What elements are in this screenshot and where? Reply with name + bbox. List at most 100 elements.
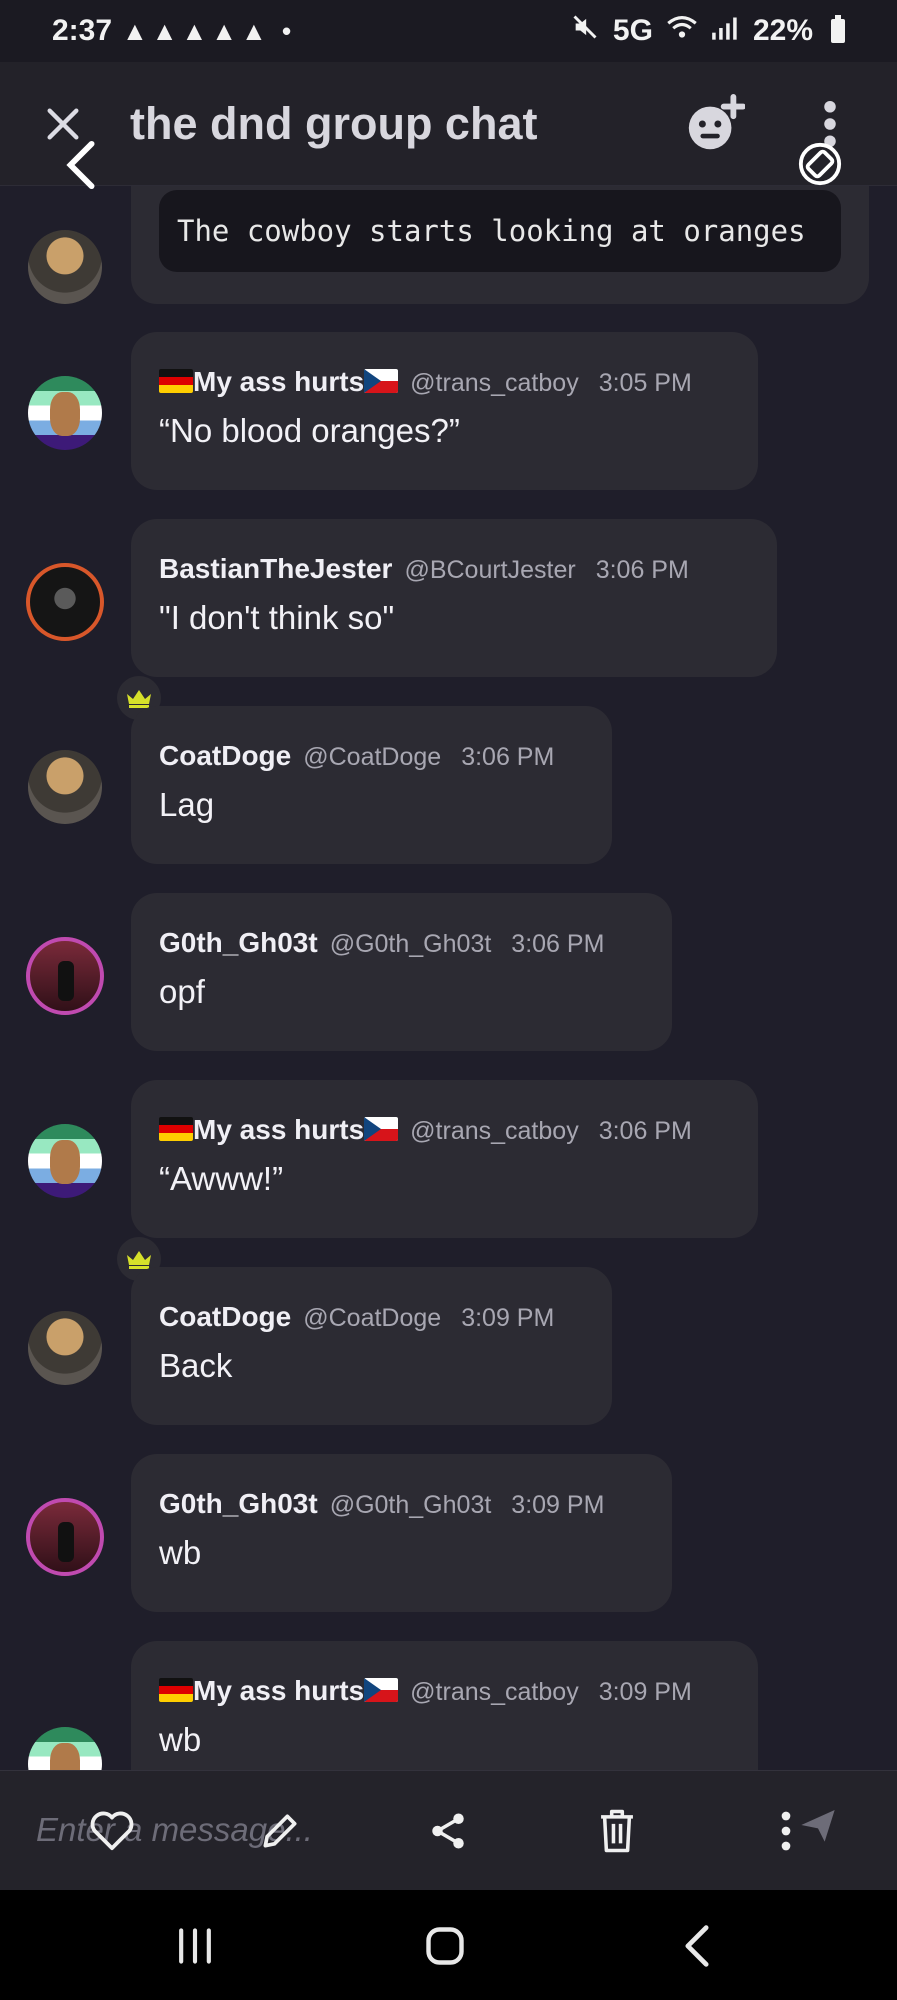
code-block: The cowboy starts looking at oranges bbox=[159, 190, 841, 272]
network-label: 5G bbox=[612, 14, 653, 47]
more-vertical-icon bbox=[781, 1811, 791, 1851]
author-name: BastianTheJester bbox=[159, 553, 393, 584]
avatar[interactable] bbox=[26, 563, 104, 641]
mute-icon bbox=[571, 13, 599, 49]
recent-apps-button[interactable] bbox=[165, 1920, 225, 1972]
crown-icon bbox=[127, 1251, 151, 1269]
notification-icons: ▲▲▲▲▲ • bbox=[122, 15, 296, 46]
chevron-left-icon bbox=[66, 140, 95, 190]
author-name: G0th_Gh03t bbox=[159, 1488, 318, 1519]
message-list[interactable]: The cowboy starts looking at oranges My … bbox=[0, 186, 897, 1770]
wifi-icon bbox=[667, 14, 697, 48]
system-navigation-bar bbox=[0, 1890, 897, 2000]
battery-level: 22% bbox=[752, 14, 813, 47]
author-name: My ass hurts bbox=[193, 1114, 365, 1145]
message-time: 3:06 PM bbox=[595, 556, 689, 584]
author-handle: @BCourtJester bbox=[404, 556, 576, 584]
avatar[interactable] bbox=[26, 1498, 104, 1576]
message-text: “Awww!” bbox=[159, 1160, 284, 1197]
author-name-row: My ass hurts bbox=[159, 366, 399, 398]
avatar[interactable] bbox=[28, 750, 102, 824]
message-time: 3:06 PM bbox=[511, 930, 605, 958]
author-name: CoatDoge bbox=[159, 1301, 292, 1332]
author-handle: @CoatDoge bbox=[303, 743, 442, 771]
author-handle: @G0th_Gh03t bbox=[329, 1491, 492, 1519]
message-composer: Enter a message... bbox=[0, 1770, 897, 1890]
message-time: 3:09 PM bbox=[598, 1678, 692, 1706]
home-icon bbox=[426, 1927, 464, 1965]
chat-title: the dnd group chat bbox=[130, 97, 538, 149]
germany-flag-icon bbox=[159, 1117, 193, 1141]
battery-icon bbox=[831, 15, 845, 43]
message-time: 3:09 PM bbox=[461, 1304, 555, 1332]
author-name: My ass hurts bbox=[193, 1675, 365, 1706]
message-bubble[interactable]: G0th_Gh03t @G0th_Gh03t 3:09 PM wb bbox=[131, 1454, 672, 1612]
message-text: "I don't think so" bbox=[159, 599, 395, 636]
germany-flag-icon bbox=[159, 369, 193, 393]
author-handle: @trans_catboy bbox=[410, 1678, 579, 1706]
germany-flag-icon bbox=[159, 1678, 193, 1702]
message-text: opf bbox=[159, 973, 205, 1010]
message-text: wb bbox=[159, 1721, 202, 1758]
trash-icon bbox=[601, 1809, 633, 1853]
message-time: 3:06 PM bbox=[598, 1117, 692, 1145]
message-bubble[interactable]: CoatDoge @CoatDoge 3:09 PM Back bbox=[131, 1267, 612, 1425]
avatar[interactable] bbox=[28, 376, 102, 450]
czech-flag-icon bbox=[364, 1117, 399, 1141]
author-handle: @CoatDoge bbox=[303, 1304, 442, 1332]
signal-icon bbox=[711, 14, 739, 48]
back-icon bbox=[685, 1925, 709, 1967]
recent-apps-icon bbox=[179, 1928, 211, 1964]
avatar[interactable] bbox=[28, 1727, 102, 1770]
back-button[interactable] bbox=[62, 140, 102, 190]
message-text: Lag bbox=[159, 786, 215, 823]
message-bubble[interactable]: The cowboy starts looking at oranges bbox=[131, 186, 869, 304]
system-back-button[interactable] bbox=[667, 1920, 727, 1972]
chat-header: the dnd group chat bbox=[0, 62, 897, 186]
rotate-icon bbox=[798, 142, 842, 186]
message-text: wb bbox=[159, 1534, 202, 1571]
message-time: 3:06 PM bbox=[461, 743, 555, 771]
status-bar: 2:37 ▲▲▲▲▲ • 5G 22% bbox=[0, 0, 897, 62]
send-button[interactable] bbox=[798, 1805, 848, 1855]
crown-icon bbox=[127, 690, 151, 708]
heart-icon bbox=[90, 1811, 134, 1851]
message-bubble[interactable]: CoatDoge @CoatDoge 3:06 PM Lag bbox=[131, 706, 612, 864]
avatar[interactable] bbox=[28, 1311, 102, 1385]
czech-flag-icon bbox=[364, 369, 399, 393]
more-vertical-icon bbox=[824, 100, 836, 147]
author-handle: @trans_catboy bbox=[410, 369, 579, 397]
delete-button[interactable] bbox=[585, 1799, 649, 1863]
message-bubble[interactable]: G0th_Gh03t @G0th_Gh03t 3:06 PM opf bbox=[131, 893, 672, 1051]
message-bubble[interactable]: BastianTheJester @BCourtJester 3:06 PM "… bbox=[131, 519, 777, 677]
send-icon bbox=[801, 1810, 835, 1842]
author-name: G0th_Gh03t bbox=[159, 927, 318, 958]
add-member-icon bbox=[688, 93, 745, 149]
author-name-row: My ass hurts bbox=[159, 1114, 399, 1146]
home-button[interactable] bbox=[415, 1920, 475, 1972]
avatar[interactable] bbox=[26, 937, 104, 1015]
czech-flag-icon bbox=[364, 1678, 399, 1702]
message-bubble[interactable]: My ass hurts @trans_catboy 3:06 PM “Awww… bbox=[131, 1080, 758, 1238]
message-text: Back bbox=[159, 1347, 233, 1384]
add-member-button[interactable] bbox=[679, 89, 749, 159]
message-time: 3:09 PM bbox=[511, 1491, 605, 1519]
author-name-row: My ass hurts bbox=[159, 1675, 399, 1707]
share-icon bbox=[432, 1813, 464, 1849]
author-name: CoatDoge bbox=[159, 740, 292, 771]
author-name: My ass hurts bbox=[193, 366, 365, 397]
author-handle: @trans_catboy bbox=[410, 1117, 579, 1145]
close-icon bbox=[47, 108, 79, 139]
message-bubble[interactable]: My ass hurts @trans_catboy 3:09 PM wb bbox=[131, 1641, 758, 1770]
message-time: 3:05 PM bbox=[598, 369, 692, 397]
status-time: 2:37 bbox=[52, 14, 113, 47]
edit-button[interactable] bbox=[248, 1799, 312, 1863]
message-text: “No blood oranges?” bbox=[159, 412, 460, 449]
avatar[interactable] bbox=[28, 1124, 102, 1198]
message-bubble[interactable]: My ass hurts @trans_catboy 3:05 PM “No b… bbox=[131, 332, 758, 490]
like-button[interactable] bbox=[80, 1799, 144, 1863]
author-handle: @G0th_Gh03t bbox=[329, 930, 492, 958]
share-button[interactable] bbox=[416, 1799, 480, 1863]
avatar[interactable] bbox=[28, 230, 102, 304]
rotate-button[interactable] bbox=[797, 141, 843, 187]
